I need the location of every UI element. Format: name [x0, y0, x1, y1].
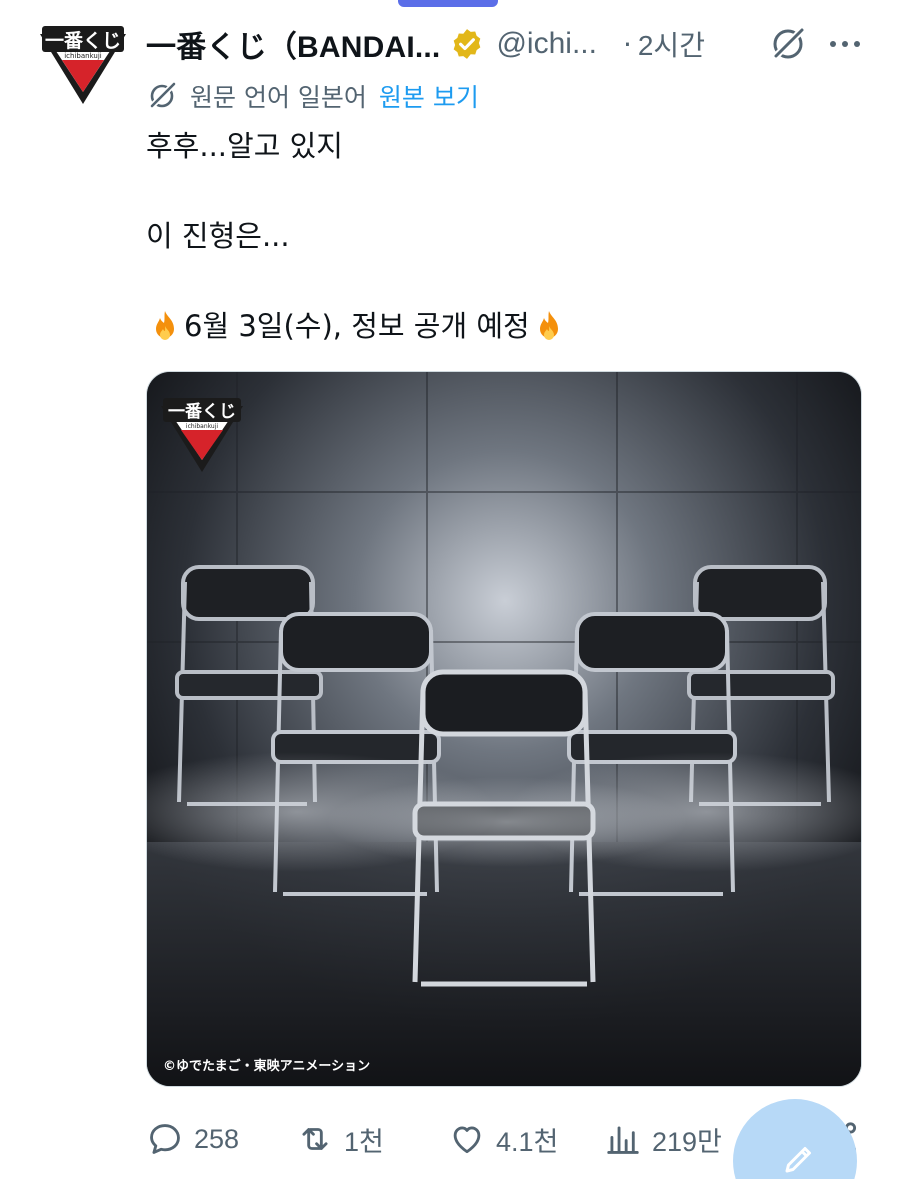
media-logo-subtext: ichibankuji [186, 423, 218, 430]
views-button[interactable]: 219만 [604, 1112, 722, 1166]
tweet-text: 후후...알고 있지 이 진형은... 6월 3일(수), 정보 공개 예정 [146, 124, 866, 349]
fire-emoji-icon [539, 310, 558, 340]
like-button[interactable]: 4.1천 [448, 1112, 558, 1166]
fire-emoji-icon [156, 310, 174, 340]
translate-icon [147, 81, 177, 111]
tweet-text-line: 이 진형은... [146, 219, 290, 253]
repost-button[interactable]: 1천 [296, 1112, 384, 1166]
author-name[interactable]: 一番くじ（BANDAI... [146, 22, 440, 66]
media-logo-text: 一番くじ [168, 402, 236, 422]
reply-icon [150, 1124, 180, 1154]
separator-dot: · [622, 27, 632, 61]
top-indicator [398, 0, 498, 7]
announcement-text: 6월 3일(수), 정보 공개 예정 [184, 309, 530, 343]
translation-note: 원문 언어 일본어 [190, 83, 367, 112]
reply-button[interactable]: 258 [146, 1112, 239, 1166]
author-handle[interactable]: @ichi... [496, 27, 596, 61]
tweet-text-blank [146, 169, 866, 214]
repost-icon [302, 1128, 328, 1150]
post-time[interactable]: 2시간 [638, 24, 705, 64]
repost-count: 1천 [344, 1126, 384, 1157]
tweet-text-blank [146, 259, 866, 304]
avatar-logo-subtext: ichibankuji [64, 52, 102, 60]
avatar[interactable]: 一番くじ ichibankuji [36, 20, 130, 112]
translation-row: 원문 언어 일본어 원본 보기 [146, 77, 479, 115]
avatar-logo-text: 一番くじ [45, 30, 121, 52]
compose-button[interactable] [733, 1099, 857, 1179]
media-scene: 一番くじ ichibankuji [147, 372, 861, 1086]
reply-count: 258 [194, 1123, 240, 1154]
tweet-header: 一番くじ（BANDAI... @ichi... · 2시간 [146, 22, 886, 66]
grok-icon[interactable] [768, 24, 808, 64]
more-icon[interactable] [826, 28, 864, 60]
heart-icon [453, 1126, 481, 1154]
like-count: 4.1천 [496, 1126, 559, 1157]
compose-icon [785, 1147, 811, 1173]
tweet-media-image[interactable]: 一番くじ ichibankuji ©ゆでたまご・東映アニメーション [146, 371, 862, 1087]
verified-badge-icon [454, 29, 481, 59]
show-original-link[interactable]: 원본 보기 [379, 78, 479, 114]
media-copyright: ©ゆでたまご・東映アニメーション [163, 1059, 371, 1074]
views-icon [607, 1126, 639, 1154]
tweet-text-line-announcement: 6월 3일(수), 정보 공개 예정 [146, 304, 866, 349]
views-count: 219만 [652, 1126, 722, 1157]
tweet-text-line: 후후...알고 있지 [146, 129, 343, 163]
